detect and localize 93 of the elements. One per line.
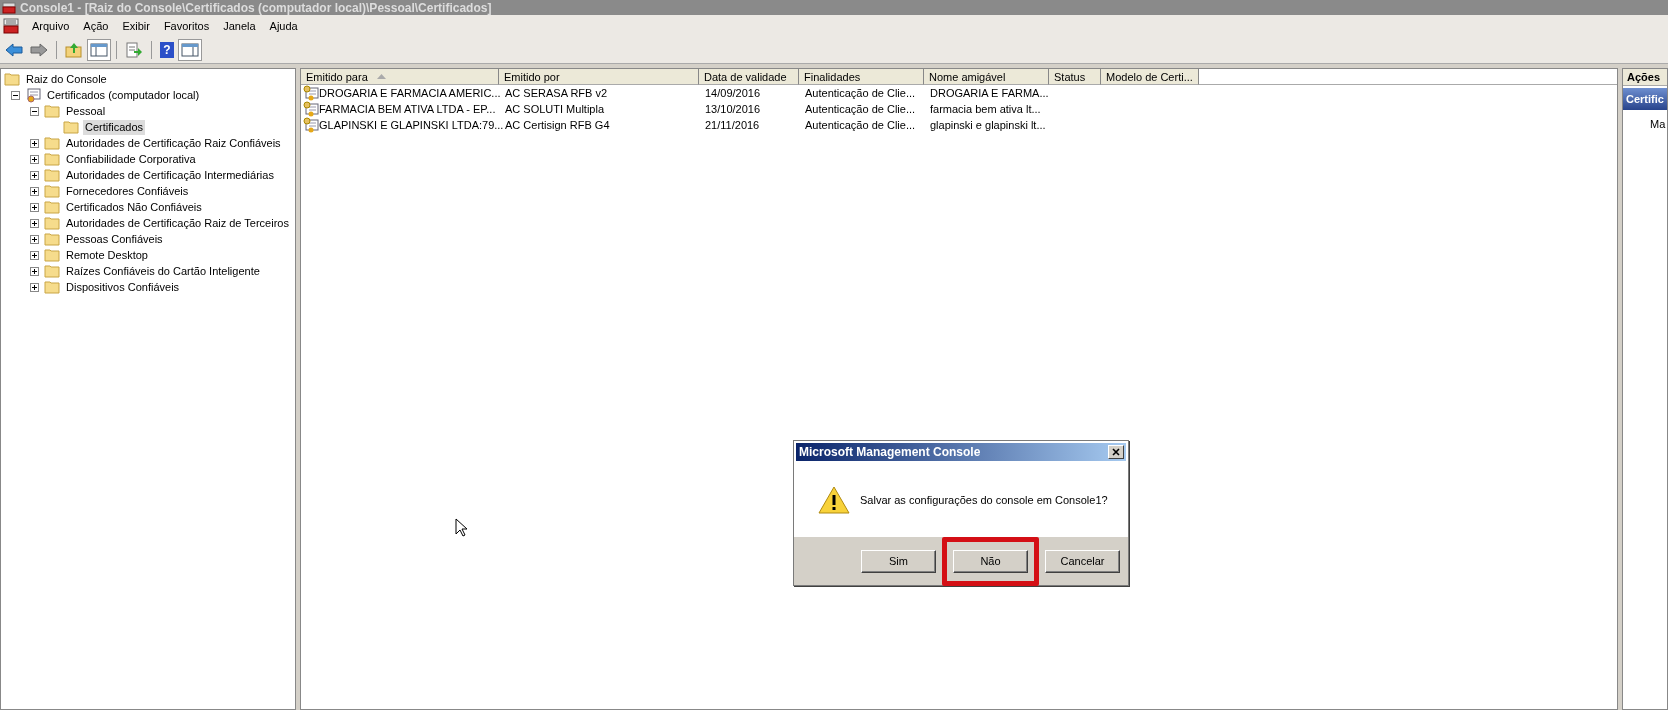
tree-item[interactable]: Autoridades de Certificação Intermediárias [64,167,276,183]
tree-item[interactable]: Autoridades de Certificação Raiz Confiáveis [64,135,283,151]
tree-item[interactable]: Pessoal [64,103,108,119]
expand-toggle[interactable] [30,170,39,180]
expand-toggle[interactable] [30,106,39,116]
expand-toggle[interactable] [30,266,39,276]
expand-toggle[interactable] [30,234,39,244]
certificate-icon [25,87,41,103]
column-header[interactable]: Emitido por [499,69,699,85]
table-cell: FARMACIA BEM ATIVA LTDA - EP... [319,103,496,115]
action-pane-icon[interactable] [179,40,201,60]
table-cell: Autenticação de Clie... [805,103,916,115]
folder-icon [44,167,60,183]
tree-item[interactable]: Remote Desktop [64,247,150,263]
column-header[interactable]: Nome amigável [924,69,1049,85]
export-list-icon[interactable] [123,40,145,60]
folder-icon [63,119,79,135]
folder-icon [44,247,60,263]
column-header[interactable]: Emitido para [301,69,499,85]
folder-icon [44,215,60,231]
table-cell: AC Certisign RFB G4 [505,119,610,131]
table-cell: 21/11/2016 [705,119,760,131]
table-cell: 13/10/2016 [705,103,761,115]
sort-arrow-icon [376,74,386,79]
table-cell: AC SERASA RFB v2 [505,87,608,99]
expand-toggle[interactable] [30,186,39,196]
certificate-icon [303,101,319,117]
expand-toggle[interactable] [30,154,39,164]
actions-header: Ações [1627,71,1661,83]
app-icon [3,18,19,34]
help-button[interactable]: ? [160,42,174,58]
menu-item[interactable]: Ajuda [262,20,305,32]
table-cell: AC SOLUTI Multipla [505,103,605,115]
folder-icon [44,279,60,295]
folder-icon [44,231,60,247]
folder-icon [44,199,60,215]
tree-item[interactable]: Pessoas Confiáveis [64,231,165,247]
tree-item[interactable]: Certificados (computador local) [45,87,202,103]
folder-icon [44,263,60,279]
folder-icon [44,103,60,119]
action-item[interactable]: Ma [1650,118,1666,130]
menu-item[interactable]: Arquivo [25,20,77,32]
app-icon [2,1,16,14]
tree-item[interactable]: Certificados [83,119,146,135]
expand-toggle[interactable] [30,218,39,228]
back-arrow-icon[interactable] [3,40,25,60]
table-cell: 14/09/2016 [705,87,761,99]
table-cell: GLAPINSKI E GLAPINSKI LTDA:79... [319,119,504,131]
folder-icon [44,183,60,199]
tree-item[interactable]: Raiz do Console [24,71,109,87]
close-icon [1112,448,1120,456]
menu-item[interactable]: Janela [216,20,263,32]
tree-item[interactable]: Raízes Confiáveis do Cartão Inteligente [64,263,262,279]
menu-item[interactable]: Ação [76,20,116,32]
tree-item[interactable]: Fornecedores Confiáveis [64,183,191,199]
menu-item[interactable]: Exibir [115,20,157,32]
warning-icon [818,485,850,515]
column-header[interactable]: Modelo de Certi... [1101,69,1199,85]
table-cell: DROGARIA E FARMA... [930,87,1049,99]
column-header[interactable]: Status [1049,69,1101,85]
mouse-cursor-icon [455,518,467,537]
expand-toggle[interactable] [30,250,39,260]
dialog-message: Salvar as configurações do console em Console1? [860,494,1108,506]
tree-item[interactable]: Certificados Não Confiáveis [64,199,204,215]
dialog-title: Microsoft Management Console [799,445,981,459]
column-header[interactable]: Finalidades [799,69,924,85]
forward-arrow-icon[interactable] [28,40,50,60]
dialog-button[interactable]: Sim [861,549,936,573]
certificate-icon [303,85,319,101]
expand-toggle[interactable] [30,282,39,292]
folder-icon [44,135,60,151]
expand-toggle[interactable] [11,90,20,100]
tree-pane-icon[interactable] [88,40,110,60]
table-cell: Autenticação de Clie... [805,87,916,99]
expand-toggle[interactable] [30,202,39,212]
tree-item[interactable]: Confiabilidade Corporativa [64,151,198,167]
dialog-button[interactable]: Cancelar [1045,549,1120,573]
menu-item[interactable]: Favoritos [156,20,217,32]
dialog-button[interactable]: Não [953,549,1028,573]
certificate-icon [303,117,319,133]
folder-icon [44,151,60,167]
table-cell: farmacia bem ativa lt... [930,103,1041,115]
folder-icon [4,71,20,87]
tree-item[interactable]: Dispositivos Confiáveis [64,279,182,295]
close-button[interactable] [1108,445,1124,459]
table-cell: DROGARIA E FARMACIA AMERIC... [319,87,501,99]
expand-toggle[interactable] [30,138,39,148]
window-title: Console1 - [Raiz do Console\Certificados (computador local)\Pessoal\Certificados] [20,0,492,15]
actions-section-header[interactable]: Certific [1623,88,1667,110]
table-cell: glapinski e glapinski lt... [930,119,1046,131]
column-header[interactable]: Data de validade [699,69,799,85]
tree-item[interactable]: Autoridades de Certificação Raiz de Terceiros [64,215,291,231]
table-cell: Autenticação de Clie... [805,119,916,131]
